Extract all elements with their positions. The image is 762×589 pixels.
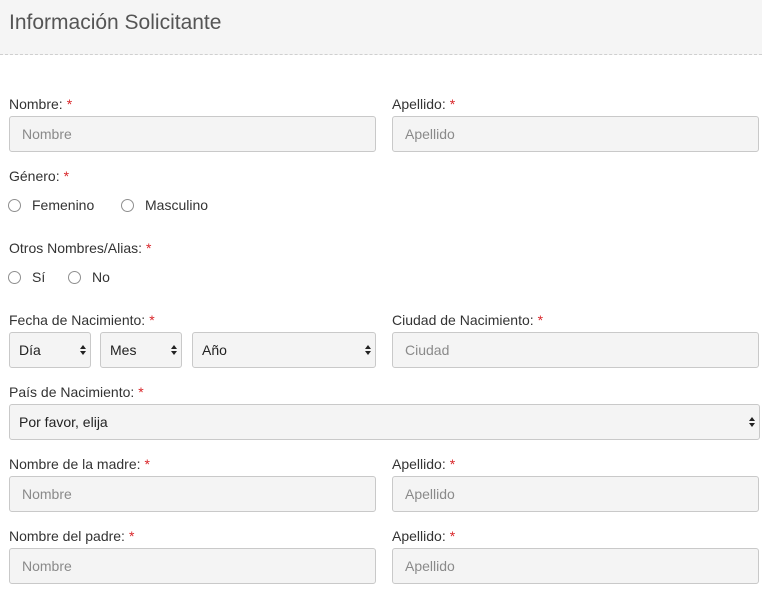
required-asterisk: * [537,312,544,328]
ciudad-label: Ciudad de Nacimiento: * [392,312,544,328]
apellido-input[interactable] [392,116,759,152]
radio-label: Femenino [32,197,95,213]
radio-femenino[interactable]: Femenino [8,197,94,213]
select-arrows-icon [365,345,371,355]
required-asterisk: * [144,456,150,472]
select-arrows-icon [171,345,177,355]
radio-circle-icon[interactable] [121,198,134,212]
section-title: Información Solicitante [9,11,222,34]
padre-nombre-input[interactable] [9,548,376,584]
anio-select[interactable]: Año [192,332,376,368]
radio-label: Sí [32,269,46,285]
padre-apellido-input[interactable] [392,548,759,584]
dia-select[interactable]: Día [9,332,91,368]
radio-circle-icon[interactable] [8,270,21,284]
madre-apellido-input[interactable] [392,476,759,512]
dia-select-value: Día [19,342,41,358]
required-asterisk: * [149,312,155,328]
required-asterisk: * [146,240,152,256]
pais-label: País de Nacimiento: * [9,384,144,400]
required-asterisk: * [449,456,456,472]
apellido-label: Apellido: * [392,96,456,112]
anio-select-value: Año [202,342,227,358]
genero-label: Género: * [9,168,70,184]
nombre-input[interactable] [9,116,376,152]
radio-circle-icon[interactable] [8,198,21,212]
padre-label: Nombre del padre: * [9,528,135,544]
padre-apellido-label: Apellido: * [392,528,456,544]
ciudad-input[interactable] [392,332,759,368]
select-arrows-icon [80,345,86,355]
mes-select-value: Mes [110,342,137,358]
radio-masculino[interactable]: Masculino [121,197,208,213]
required-asterisk: * [63,168,70,184]
madre-apellido-label: Apellido: * [392,456,456,472]
pais-select[interactable]: Por favor, elija [9,404,760,440]
select-arrows-icon [749,417,755,427]
section-header: Información Solicitante [0,0,762,55]
radio-label: Masculino [145,197,209,213]
fecha-label: Fecha de Nacimiento: * [9,312,155,328]
madre-label: Nombre de la madre: * [9,456,150,472]
required-asterisk: * [449,96,456,112]
required-asterisk: * [66,96,73,112]
required-asterisk: * [449,528,456,544]
pais-select-value: Por favor, elija [19,414,108,430]
mes-select[interactable]: Mes [100,332,182,368]
radio-label: No [92,269,110,285]
radio-si[interactable]: Sí [8,269,45,285]
required-asterisk: * [138,384,144,400]
radio-circle-icon[interactable] [68,270,81,284]
madre-nombre-input[interactable] [9,476,376,512]
required-asterisk: * [128,528,135,544]
nombre-label: Nombre: * [9,96,73,112]
radio-no[interactable]: No [68,269,110,285]
alias-label: Otros Nombres/Alias: * [9,240,152,256]
